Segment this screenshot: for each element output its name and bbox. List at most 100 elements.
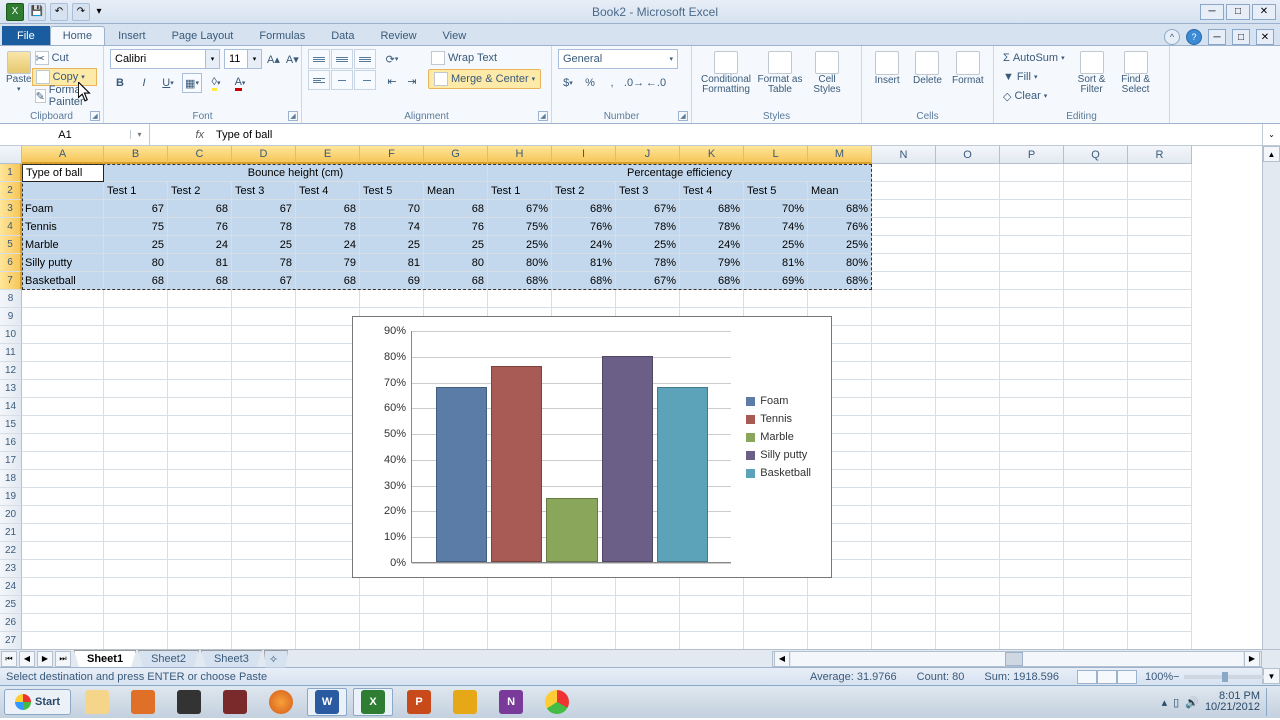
cell-P15[interactable] [1000,416,1064,434]
taskbar-word[interactable]: W [307,688,347,716]
sheet-nav-last[interactable]: ⏭ [55,651,71,667]
cell-A2[interactable] [22,182,104,200]
cell-M4[interactable]: 76% [808,218,872,236]
formula-expand-button[interactable]: ⌄ [1262,124,1280,145]
row-header-13[interactable]: 13 [0,380,22,398]
cell-C22[interactable] [168,542,232,560]
cell-A6[interactable]: Silly putty [22,254,104,272]
cell-P13[interactable] [1000,380,1064,398]
cell-O2[interactable] [936,182,1000,200]
row-header-16[interactable]: 16 [0,434,22,452]
cell-E11[interactable] [296,344,360,362]
cell-E13[interactable] [296,380,360,398]
cell-P11[interactable] [1000,344,1064,362]
cell-B18[interactable] [104,470,168,488]
cell-O26[interactable] [936,614,1000,632]
cell-C3[interactable]: 68 [168,200,232,218]
chart-legend[interactable]: FoamTennisMarbleSilly puttyBasketball [746,395,811,479]
cell-L2[interactable]: Test 5 [744,182,808,200]
tab-file[interactable]: File [2,26,50,45]
cell-P25[interactable] [1000,596,1064,614]
cell-C21[interactable] [168,524,232,542]
cell-Q21[interactable] [1064,524,1128,542]
col-header-C[interactable]: C [168,146,232,164]
cell-H26[interactable] [488,614,552,632]
cell-C7[interactable]: 68 [168,272,232,290]
col-header-E[interactable]: E [296,146,360,164]
cell-Q11[interactable] [1064,344,1128,362]
cell-O22[interactable] [936,542,1000,560]
cell-P6[interactable] [1000,254,1064,272]
cell-O20[interactable] [936,506,1000,524]
cell-A10[interactable] [22,326,104,344]
cell-N12[interactable] [872,362,936,380]
underline-button[interactable]: U▾ [158,73,178,93]
cell-J4[interactable]: 78% [616,218,680,236]
cell-C16[interactable] [168,434,232,452]
tab-review[interactable]: Review [367,26,429,45]
cell-A27[interactable] [22,632,104,649]
cell-O5[interactable] [936,236,1000,254]
cell-A20[interactable] [22,506,104,524]
cell-F5[interactable]: 25 [360,236,424,254]
cell-D12[interactable] [232,362,296,380]
undo-button[interactable]: ↶ [50,3,68,21]
cell-D27[interactable] [232,632,296,649]
col-header-R[interactable]: R [1128,146,1192,164]
col-header-O[interactable]: O [936,146,1000,164]
cell-R17[interactable] [1128,452,1192,470]
taskbar-firefox[interactable] [261,688,301,716]
view-page-layout-button[interactable] [1097,670,1117,684]
cell-E15[interactable] [296,416,360,434]
cell-E16[interactable] [296,434,360,452]
cell-P4[interactable] [1000,218,1064,236]
cell-B15[interactable] [104,416,168,434]
row-header-20[interactable]: 20 [0,506,22,524]
cell-C24[interactable] [168,578,232,596]
cell-R27[interactable] [1128,632,1192,649]
row-header-22[interactable]: 22 [0,542,22,560]
cell-P26[interactable] [1000,614,1064,632]
maximize-button[interactable]: □ [1226,4,1250,20]
tab-view[interactable]: View [430,26,480,45]
cell-D5[interactable]: 25 [232,236,296,254]
col-header-F[interactable]: F [360,146,424,164]
cell-R25[interactable] [1128,596,1192,614]
cell-H27[interactable] [488,632,552,649]
cell-F8[interactable] [360,290,424,308]
cell-F2[interactable]: Test 5 [360,182,424,200]
vertical-scrollbar[interactable]: ▲ ▼ [1262,146,1280,684]
cell-A15[interactable] [22,416,104,434]
cell-A23[interactable] [22,560,104,578]
taskbar-outlook[interactable] [445,688,485,716]
row-header-3[interactable]: 3 [0,200,22,218]
cell-A18[interactable] [22,470,104,488]
cell-D26[interactable] [232,614,296,632]
cell-J27[interactable] [616,632,680,649]
cell-A12[interactable] [22,362,104,380]
cut-button[interactable]: ✂Cut [32,49,97,67]
minimize-button[interactable]: ─ [1200,4,1224,20]
italic-button[interactable]: I [134,73,154,93]
cell-P22[interactable] [1000,542,1064,560]
close-button[interactable]: ✕ [1252,4,1276,20]
cell-E18[interactable] [296,470,360,488]
cell-K4[interactable]: 78% [680,218,744,236]
orientation-button[interactable]: ⟳▾ [382,49,402,69]
cell-A9[interactable] [22,308,104,326]
find-select-button[interactable]: Find & Select [1116,49,1156,95]
cell-O16[interactable] [936,434,1000,452]
merged-header-efficiency[interactable]: Percentage efficiency [488,164,872,182]
cell-L24[interactable] [744,578,808,596]
bar-silly-putty[interactable] [602,356,653,562]
cell-N23[interactable] [872,560,936,578]
cell-G6[interactable]: 80 [424,254,488,272]
cell-G26[interactable] [424,614,488,632]
cell-Q7[interactable] [1064,272,1128,290]
cell-C2[interactable]: Test 2 [168,182,232,200]
col-header-N[interactable]: N [872,146,936,164]
cell-D24[interactable] [232,578,296,596]
row-header-17[interactable]: 17 [0,452,22,470]
row-header-25[interactable]: 25 [0,596,22,614]
cell-A5[interactable]: Marble [22,236,104,254]
